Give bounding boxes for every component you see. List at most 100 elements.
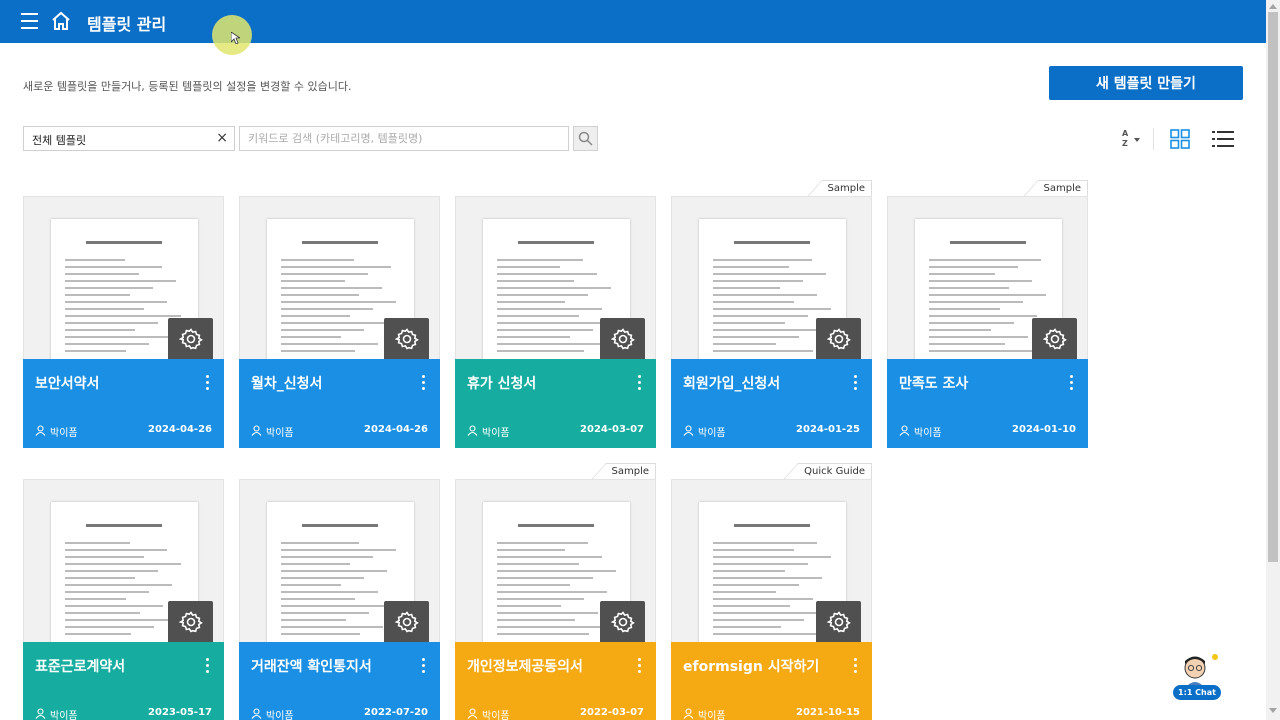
gear-icon xyxy=(610,610,635,638)
card-tag: Sample xyxy=(1021,180,1088,198)
template-name: 보안서약서 xyxy=(35,376,100,392)
template-preview xyxy=(887,196,1088,359)
template-card[interactable]: 거래잔액 확인통지서 박이폼 2022-07-20 xyxy=(239,463,440,720)
template-author: 박이폼 xyxy=(35,424,78,439)
sort-az-icon[interactable]: A Z xyxy=(1121,128,1141,148)
template-preview xyxy=(239,479,440,642)
template-name: eformsign 시작하기 xyxy=(683,659,820,675)
template-date: 2022-07-20 xyxy=(364,707,428,718)
template-date: 2024-04-26 xyxy=(148,424,212,435)
template-name: 개인정보제공동의서 xyxy=(467,659,583,675)
author-name: 박이폼 xyxy=(50,711,78,720)
page-description: 새로운 템플릿을 만들거나, 등록된 템플릿의 설정을 변경할 수 있습니다. xyxy=(23,80,352,93)
gear-icon xyxy=(826,610,851,638)
settings-gear-button[interactable] xyxy=(168,318,213,359)
user-icon xyxy=(35,424,46,439)
settings-gear-button[interactable] xyxy=(600,318,645,359)
template-author: 박이폼 xyxy=(251,707,294,720)
user-icon xyxy=(251,707,262,720)
template-author: 박이폼 xyxy=(683,707,726,720)
settings-gear-button[interactable] xyxy=(600,601,645,642)
settings-gear-button[interactable] xyxy=(384,601,429,642)
svg-text:A: A xyxy=(1122,129,1129,138)
author-name: 박이폼 xyxy=(266,428,294,439)
more-options-icon[interactable] xyxy=(851,658,859,676)
settings-gear-button[interactable] xyxy=(816,318,861,359)
user-icon xyxy=(467,707,478,720)
mouse-cursor-icon xyxy=(231,32,240,44)
template-author: 박이폼 xyxy=(467,707,510,720)
user-icon xyxy=(683,707,694,720)
template-card[interactable]: Sample 개인정보제공동의서 박이폼 2022-03-07 xyxy=(455,463,656,720)
chat-avatar-icon xyxy=(1184,654,1218,688)
search-button[interactable] xyxy=(573,126,598,151)
author-name: 박이폼 xyxy=(698,428,726,439)
author-name: 박이폼 xyxy=(482,428,510,439)
more-options-icon[interactable] xyxy=(851,375,859,393)
clear-filter-icon[interactable]: × xyxy=(216,130,228,146)
author-name: 박이폼 xyxy=(266,711,294,720)
toolbar-divider xyxy=(1153,128,1154,150)
user-icon xyxy=(683,424,694,439)
list-view-icon[interactable] xyxy=(1212,129,1234,149)
settings-gear-button[interactable] xyxy=(168,601,213,642)
more-options-icon[interactable] xyxy=(635,658,643,676)
template-date: 2024-04-26 xyxy=(364,424,428,435)
page-scrollbar[interactable] xyxy=(1266,0,1280,720)
template-card[interactable]: 월차_신청서박이폼 2024-04-26 xyxy=(239,180,440,448)
chat-label: 1:1 Chat xyxy=(1173,685,1221,700)
category-filter[interactable]: 전체 템플릿 × xyxy=(23,126,235,151)
template-card[interactable]: 휴가 신청서박이폼 2024-03-07 xyxy=(455,180,656,448)
grid-view-icon[interactable] xyxy=(1170,129,1190,149)
more-options-icon[interactable] xyxy=(203,658,211,676)
template-name: 월차_신청서 xyxy=(251,376,323,392)
scrollbar-thumb[interactable] xyxy=(1268,12,1278,562)
more-options-icon[interactable] xyxy=(203,375,211,393)
scroll-down-arrow-icon[interactable] xyxy=(1269,708,1277,713)
template-card[interactable]: Sample 만족도 조사 박이폼 2024-01-10 xyxy=(887,180,1088,448)
template-card[interactable]: 보안서약서박이폼 2024-04-26 xyxy=(23,180,224,448)
template-author: 박이폼 xyxy=(683,424,726,439)
template-date: 2024-03-07 xyxy=(580,424,644,435)
card-info: 거래잔액 확인통지서 박이폼 2022-07-20 xyxy=(239,642,440,720)
svg-text:Z: Z xyxy=(1122,139,1128,148)
template-name: 회원가입_신청서 xyxy=(683,376,781,392)
template-preview xyxy=(455,196,656,359)
menu-icon[interactable] xyxy=(21,13,38,29)
card-info: eformsign 시작하기박이폼 2021-10-15 xyxy=(671,642,872,720)
scroll-up-arrow-icon[interactable] xyxy=(1269,4,1277,9)
template-author: 박이폼 xyxy=(467,424,510,439)
template-date: 2024-01-10 xyxy=(1012,424,1076,435)
author-name: 박이폼 xyxy=(50,428,78,439)
template-card[interactable]: Quick Guide eformsign 시작하기박이폼 2021-10-15 xyxy=(671,463,872,720)
gear-icon xyxy=(394,327,419,355)
more-options-icon[interactable] xyxy=(1067,375,1075,393)
settings-gear-button[interactable] xyxy=(384,318,429,359)
template-card[interactable]: Sample 회원가입_신청서 박이폼 2024-01-25 xyxy=(671,180,872,448)
card-tag: Sample xyxy=(589,463,656,481)
settings-gear-button[interactable] xyxy=(816,601,861,642)
page-title: 템플릿 관리 xyxy=(87,15,167,34)
card-info: 월차_신청서박이폼 2024-04-26 xyxy=(239,359,440,448)
search-input[interactable] xyxy=(239,126,569,151)
gear-icon xyxy=(178,327,203,355)
settings-gear-button[interactable] xyxy=(1032,318,1077,359)
template-card[interactable]: 표준근로계약서 박이폼 2023-05-17 xyxy=(23,463,224,720)
template-date: 2021-10-15 xyxy=(796,707,860,718)
card-info: 휴가 신청서박이폼 2024-03-07 xyxy=(455,359,656,448)
template-preview xyxy=(23,479,224,642)
more-options-icon[interactable] xyxy=(635,375,643,393)
author-name: 박이폼 xyxy=(914,428,942,439)
chat-button[interactable]: 1:1 Chat xyxy=(1173,652,1223,700)
card-info: 개인정보제공동의서 박이폼 2022-03-07 xyxy=(455,642,656,720)
template-name: 휴가 신청서 xyxy=(467,376,537,392)
card-info: 회원가입_신청서 박이폼 2024-01-25 xyxy=(671,359,872,448)
card-tag: Quick Guide xyxy=(782,463,872,481)
new-template-button[interactable]: 새 템플릿 만들기 xyxy=(1049,66,1243,100)
home-icon[interactable] xyxy=(51,11,71,31)
gear-icon xyxy=(610,327,635,355)
more-options-icon[interactable] xyxy=(419,658,427,676)
user-icon xyxy=(35,707,46,720)
template-preview xyxy=(671,196,872,359)
more-options-icon[interactable] xyxy=(419,375,427,393)
